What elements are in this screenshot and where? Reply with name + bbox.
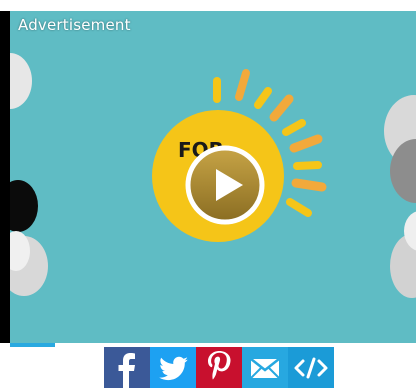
twitter-icon bbox=[159, 356, 188, 381]
video-frame[interactable]: Advertisement FOR bbox=[10, 11, 416, 343]
share-facebook-button[interactable] bbox=[104, 347, 150, 388]
share-twitter-button[interactable] bbox=[150, 347, 196, 388]
advertisement-label: Advertisement bbox=[18, 16, 131, 34]
right-cloud-shapes bbox=[384, 95, 416, 298]
pinterest-icon bbox=[208, 351, 231, 380]
share-bar bbox=[104, 347, 334, 388]
left-cloud-shapes bbox=[10, 53, 48, 296]
video-player[interactable]: Advertisement FOR bbox=[0, 11, 416, 343]
video-embed-page: Advertisement FOR bbox=[0, 0, 416, 388]
play-button[interactable] bbox=[184, 144, 266, 226]
embed-code-button[interactable] bbox=[288, 347, 334, 388]
email-icon bbox=[250, 358, 280, 379]
play-icon bbox=[185, 145, 265, 225]
share-pinterest-button[interactable] bbox=[196, 347, 242, 388]
video-progress-fill bbox=[10, 343, 55, 347]
embed-code-icon bbox=[294, 357, 328, 379]
share-email-button[interactable] bbox=[242, 347, 288, 388]
facebook-icon bbox=[118, 353, 135, 388]
